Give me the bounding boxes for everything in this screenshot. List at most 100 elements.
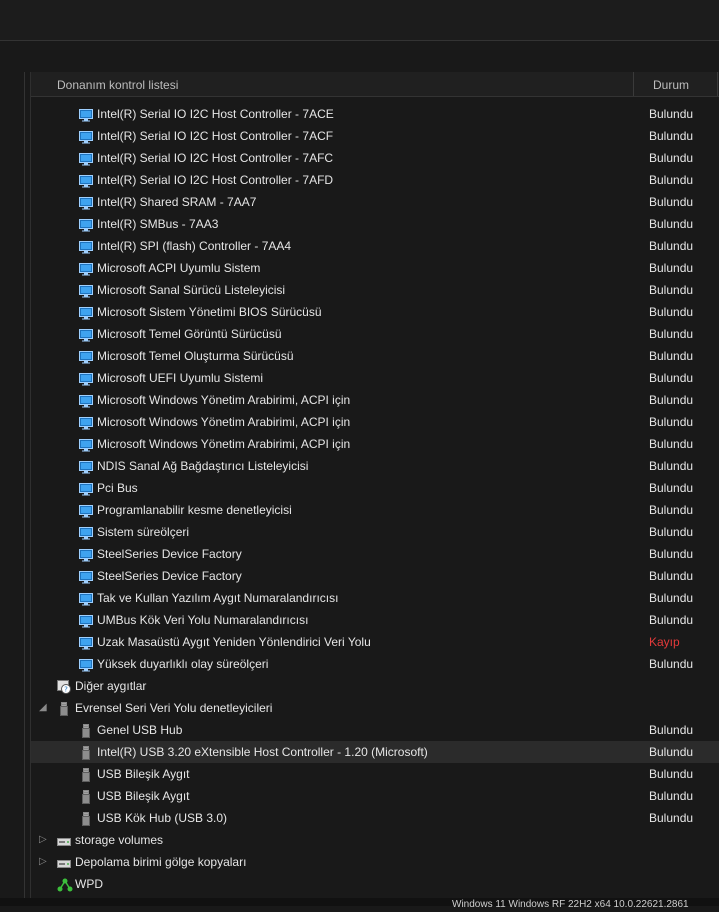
status-found: Bulundu [649,173,694,187]
tree-row[interactable]: Intel(R) Shared SRAM - 7AA7 Bulundu [31,191,719,213]
column-separator[interactable] [633,72,634,96]
status-found: Bulundu [649,129,694,143]
monitor-device-icon [79,415,93,430]
monitor-device-icon [79,195,93,210]
monitor-device-icon [79,635,93,650]
status-text: Windows 11 Windows RF 22H2 x64 10.0.2262… [452,899,689,910]
tree-row[interactable]: ▷ Depolama birimi gölge kopyaları [31,851,719,873]
status-found: Bulundu [649,591,694,605]
hardware-tree: Intel(R) Serial IO I2C Host Controller -… [31,103,719,895]
device-label: Microsoft Sanal Sürücü Listeleyicisi [97,283,286,297]
monitor-device-icon [79,107,93,122]
tree-row[interactable]: Pci Bus Bulundu [31,477,719,499]
tree-row[interactable]: ? Diğer aygıtlar [31,675,719,697]
device-label: Tak ve Kullan Yazılım Aygıt Numaralandır… [97,591,339,605]
tree-row[interactable]: Microsoft Windows Yönetim Arabirimi, ACP… [31,389,719,411]
wpd-icon [57,877,73,892]
tree-row[interactable]: Intel(R) Serial IO I2C Host Controller -… [31,147,719,169]
tree-row[interactable]: Tak ve Kullan Yazılım Aygıt Numaralandır… [31,587,719,609]
device-label: Intel(R) USB 3.20 eXtensible Host Contro… [97,745,428,759]
tree-row[interactable]: SteelSeries Device Factory Bulundu [31,565,719,587]
device-label: Uzak Masaüstü Aygıt Yeniden Yönlendirici… [97,635,371,649]
status-found: Bulundu [649,217,694,231]
tree-row[interactable]: Yüksek duyarlıklı olay süreölçeri Bulundu [31,653,719,675]
expanded-arrow-icon[interactable]: ◢ [39,697,47,719]
status-found: Bulundu [649,415,694,429]
tree-row[interactable]: Microsoft ACPI Uyumlu Sistem Bulundu [31,257,719,279]
device-label: Diğer aygıtlar [75,679,147,693]
device-label: Depolama birimi gölge kopyaları [75,855,247,869]
monitor-device-icon [79,283,93,298]
usb-plug-icon [79,789,93,804]
monitor-device-icon [79,503,93,518]
tree-row[interactable]: Intel(R) USB 3.20 eXtensible Host Contro… [31,741,719,763]
monitor-device-icon [79,657,93,672]
tree-row[interactable]: NDIS Sanal Ağ Bağdaştırıcı Listeleyicisi… [31,455,719,477]
status-bar: Windows 11 Windows RF 22H2 x64 10.0.2262… [0,898,719,910]
status-found: Bulundu [649,151,694,165]
status-found: Bulundu [649,811,694,825]
device-label: WPD [75,877,103,891]
tree-row[interactable]: Microsoft Sanal Sürücü Listeleyicisi Bulu… [31,279,719,301]
status-missing: Kayıp [649,635,680,649]
usb-plug-icon [79,767,93,782]
column-separator[interactable] [717,72,718,96]
tree-row[interactable]: Microsoft Windows Yönetim Arabirimi, ACP… [31,411,719,433]
tree-row[interactable]: Intel(R) Serial IO I2C Host Controller -… [31,169,719,191]
device-label: Genel USB Hub [97,723,183,737]
tree-row[interactable]: Programlanabilir kesme denetleyicisi Bulu… [31,499,719,521]
drive-icon [57,833,71,847]
device-label: Pci Bus [97,481,138,495]
monitor-device-icon [79,569,93,584]
tree-row[interactable]: Microsoft Windows Yönetim Arabirimi, ACP… [31,433,719,455]
device-label: Intel(R) Serial IO I2C Host Controller -… [97,129,334,143]
status-found: Bulundu [649,569,694,583]
device-label: USB Bileşik Aygıt [97,789,190,803]
usb-plug-icon [79,723,93,738]
monitor-device-icon [79,305,93,320]
tree-row[interactable]: UMBus Kök Veri Yolu Numaralandırıcısı Bul… [31,609,719,631]
tree-row[interactable]: WPD [31,873,719,895]
column-header-status[interactable]: Durum [653,78,689,92]
unknown-device-icon: ? [57,679,71,694]
device-label: SteelSeries Device Factory [97,547,242,561]
tree-row[interactable]: Sistem süreölçeri Bulundu [31,521,719,543]
tree-row[interactable]: SteelSeries Device Factory Bulundu [31,543,719,565]
status-found: Bulundu [649,789,694,803]
monitor-device-icon [79,481,93,496]
status-found: Bulundu [649,481,694,495]
tree-row[interactable]: Genel USB Hub Bulundu [31,719,719,741]
device-label: Microsoft Temel Görüntü Sürücüsü [97,327,282,341]
tree-row[interactable]: Intel(R) Serial IO I2C Host Controller -… [31,125,719,147]
tree-row[interactable]: Intel(R) SPI (flash) Controller - 7AA4 Bu… [31,235,719,257]
tree-row[interactable]: Uzak Masaüstü Aygıt Yeniden Yönlendirici… [31,631,719,653]
device-label: Microsoft Windows Yönetim Arabirimi, ACP… [97,415,351,429]
device-label: Intel(R) Serial IO I2C Host Controller -… [97,151,334,165]
collapsed-arrow-icon[interactable]: ▷ [39,829,47,851]
device-label: UMBus Kök Veri Yolu Numaralandırıcısı [97,613,309,627]
tree-row[interactable]: ▷ storage volumes [31,829,719,851]
status-found: Bulundu [649,459,694,473]
collapsed-arrow-icon[interactable]: ▷ [39,851,47,873]
tree-row[interactable]: Microsoft UEFI Uyumlu Sistemi Bulundu [31,367,719,389]
device-label: Intel(R) Serial IO I2C Host Controller -… [97,173,334,187]
device-label: USB Kök Hub (USB 3.0) [97,811,228,825]
tree-row[interactable]: Microsoft Temel Oluşturma Sürücüsü Bulund… [31,345,719,367]
tree-row[interactable]: USB Bileşik Aygıt Bulundu [31,763,719,785]
tree-row[interactable]: Microsoft Sistem Yönetimi BIOS Sürücüsü B… [31,301,719,323]
tree-row[interactable]: Intel(R) Serial IO I2C Host Controller -… [31,103,719,125]
status-found: Bulundu [649,393,694,407]
device-label: Programlanabilir kesme denetleyicisi [97,503,292,517]
status-found: Bulundu [649,613,694,627]
tree-row[interactable]: USB Kök Hub (USB 3.0) Bulundu [31,807,719,829]
column-header-name[interactable]: Donanım kontrol listesi [57,78,178,92]
tree-row[interactable]: ◢ Evrensel Seri Veri Yolu denetleyicileri [31,697,719,719]
tree-row[interactable]: USB Bileşik Aygıt Bulundu [31,785,719,807]
monitor-device-icon [79,151,93,166]
tree-row[interactable]: Intel(R) SMBus - 7AA3 Bulundu [31,213,719,235]
usb-plug-icon [79,745,93,760]
tree-row[interactable]: Microsoft Temel Görüntü Sürücüsü Bulundu [31,323,719,345]
status-found: Bulundu [649,503,694,517]
monitor-device-icon [79,613,93,628]
status-found: Bulundu [649,657,694,671]
